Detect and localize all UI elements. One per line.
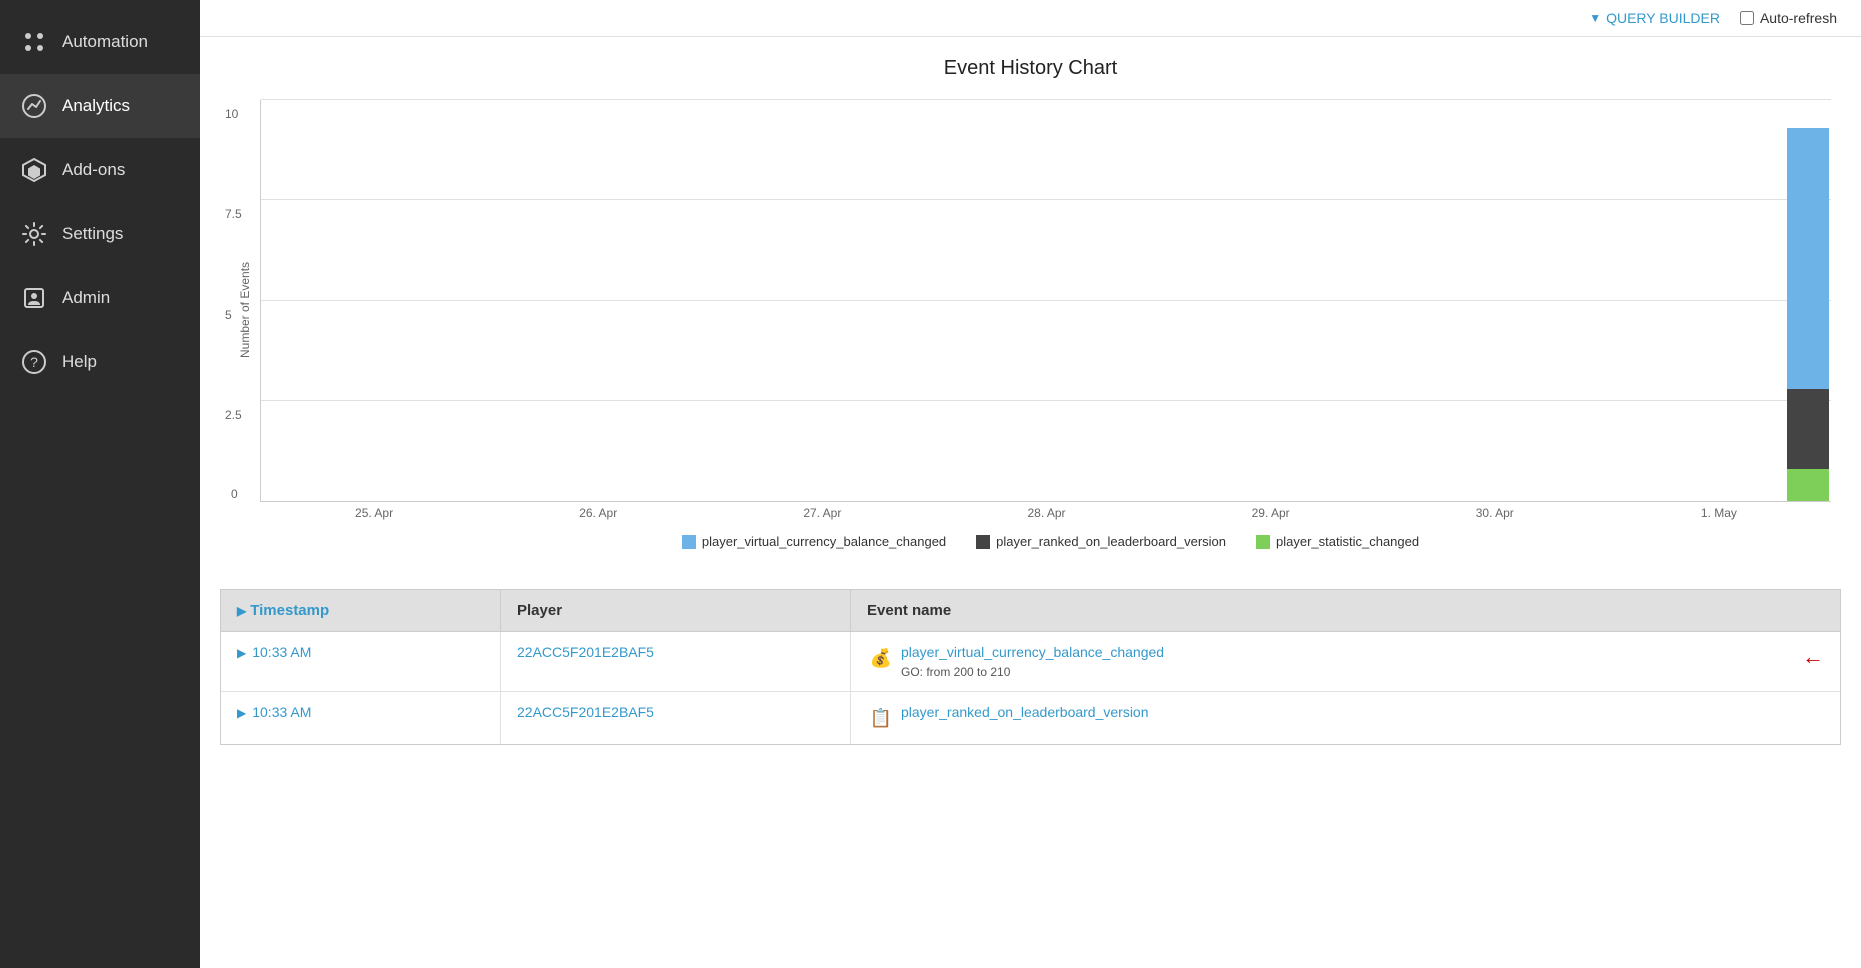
row-expand-arrow-1[interactable]: ▶: [237, 706, 246, 720]
table-header-event: Event name: [851, 590, 1840, 631]
y-axis-label: Number of Events: [230, 100, 260, 520]
table-cell-player-0: 22ACC5F201E2BAF5: [501, 632, 851, 691]
table-header-player: Player: [501, 590, 851, 631]
legend-box-blue: [682, 535, 696, 549]
help-icon: ?: [20, 348, 48, 376]
legend-item-dark: player_ranked_on_leaderboard_version: [976, 534, 1226, 549]
chart-plot: 10 7.5 5 2.5 0: [260, 100, 1831, 502]
y-tick-10: 10: [225, 107, 238, 121]
sidebar-item-addons[interactable]: Add-ons: [0, 138, 200, 202]
event-details-1: player_ranked_on_leaderboard_version: [901, 704, 1824, 720]
legend-label-blue: player_virtual_currency_balance_changed: [702, 534, 946, 549]
x-tick-1: 26. Apr: [486, 506, 710, 520]
legend-box-dark: [976, 535, 990, 549]
sidebar-item-label-settings: Settings: [62, 224, 123, 244]
chart-inner: 10 7.5 5 2.5 0: [260, 100, 1831, 520]
sidebar-item-label-addons: Add-ons: [62, 160, 125, 180]
query-builder-label: QUERY BUILDER: [1606, 10, 1720, 26]
x-tick-4: 29. Apr: [1159, 506, 1383, 520]
analytics-icon: [20, 92, 48, 120]
player-link-0[interactable]: 22ACC5F201E2BAF5: [517, 644, 654, 660]
x-tick-2: 27. Apr: [710, 506, 934, 520]
sidebar-item-analytics[interactable]: Analytics: [0, 74, 200, 138]
event-details-0: player_virtual_currency_balance_changed …: [901, 644, 1786, 679]
grid-line-75: 7.5: [261, 199, 1831, 200]
table-header: ▶ Timestamp Player Event name: [221, 590, 1840, 632]
event-icon-1: 📋: [867, 704, 895, 732]
event-detail-0: GO: from 200 to 210: [901, 665, 1786, 679]
table-cell-timestamp-0: ▶ 10:33 AM: [221, 632, 501, 691]
grid-line-10: 10: [261, 99, 1831, 100]
auto-refresh-label[interactable]: Auto-refresh: [1740, 10, 1837, 26]
sidebar-item-label-automation: Automation: [62, 32, 148, 52]
y-tick-0: 0: [231, 487, 238, 501]
legend-label-dark: player_ranked_on_leaderboard_version: [996, 534, 1226, 549]
bar-green: [1787, 469, 1829, 501]
sidebar: Automation Analytics Add-ons Settings: [0, 0, 200, 968]
table-header-player-label: Player: [517, 602, 562, 619]
chart-legend: player_virtual_currency_balance_changed …: [270, 534, 1831, 549]
grid-line-25: 2.5: [261, 400, 1831, 401]
event-table: ▶ Timestamp Player Event name ▶ 10:33 AM…: [220, 589, 1841, 745]
addons-icon: [20, 156, 48, 184]
legend-item-green: player_statistic_changed: [1256, 534, 1419, 549]
legend-label-green: player_statistic_changed: [1276, 534, 1419, 549]
y-tick-25: 2.5: [225, 408, 242, 422]
sidebar-item-label-help: Help: [62, 352, 97, 372]
bar-dark: [1787, 389, 1829, 469]
query-builder-chevron-icon: ▼: [1589, 11, 1601, 25]
x-tick-6: 1. May: [1607, 506, 1831, 520]
red-arrow-icon: ←: [1802, 644, 1824, 670]
table-header-timestamp[interactable]: ▶ Timestamp: [221, 590, 501, 631]
legend-box-green: [1256, 535, 1270, 549]
table-header-event-label: Event name: [867, 602, 951, 619]
sidebar-item-automation[interactable]: Automation: [0, 10, 200, 74]
timestamp-link-0[interactable]: 10:33 AM: [252, 644, 311, 660]
x-tick-3: 28. Apr: [934, 506, 1158, 520]
timestamp-link-1[interactable]: 10:33 AM: [252, 704, 311, 720]
sidebar-item-label-admin: Admin: [62, 288, 110, 308]
sort-arrow-icon: ▶: [237, 604, 246, 618]
auto-refresh-checkbox[interactable]: [1740, 11, 1754, 25]
x-axis: 25. Apr 26. Apr 27. Apr 28. Apr 29. Apr …: [262, 502, 1831, 520]
table-cell-timestamp-1: ▶ 10:33 AM: [221, 692, 501, 744]
legend-item-blue: player_virtual_currency_balance_changed: [682, 534, 946, 549]
event-icon-0: 💰: [867, 644, 895, 672]
svg-text:?: ?: [30, 354, 38, 370]
bars-group: [1787, 100, 1829, 501]
top-bar: ▼ QUERY BUILDER Auto-refresh: [200, 0, 1861, 37]
query-builder-button[interactable]: ▼ QUERY BUILDER: [1589, 10, 1720, 26]
event-name-link-0[interactable]: player_virtual_currency_balance_changed: [901, 644, 1786, 660]
sidebar-item-label-analytics: Analytics: [62, 96, 130, 116]
x-tick-0: 25. Apr: [262, 506, 486, 520]
table-header-timestamp-label: Timestamp: [250, 602, 329, 619]
y-tick-50: 5: [225, 308, 232, 322]
sidebar-item-help[interactable]: ? Help: [0, 330, 200, 394]
table-cell-event-0: 💰 player_virtual_currency_balance_change…: [851, 632, 1840, 691]
table-cell-event-1: 📋 player_ranked_on_leaderboard_version: [851, 692, 1840, 744]
row-expand-arrow-0[interactable]: ▶: [237, 646, 246, 660]
table-row: ▶ 10:33 AM 22ACC5F201E2BAF5 📋 player_ran…: [221, 692, 1840, 744]
table-cell-player-1: 22ACC5F201E2BAF5: [501, 692, 851, 744]
sidebar-item-settings[interactable]: Settings: [0, 202, 200, 266]
main-content: ▼ QUERY BUILDER Auto-refresh Event Histo…: [200, 0, 1861, 968]
grid-line-50: 5: [261, 300, 1831, 301]
automation-icon: [20, 28, 48, 56]
chart-container: Number of Events 10 7.5 5 2.5: [230, 100, 1831, 520]
chart-section: Event History Chart Number of Events 10 …: [200, 37, 1861, 579]
x-tick-5: 30. Apr: [1383, 506, 1607, 520]
auto-refresh-text: Auto-refresh: [1760, 10, 1837, 26]
settings-icon: [20, 220, 48, 248]
event-name-link-1[interactable]: player_ranked_on_leaderboard_version: [901, 704, 1824, 720]
y-tick-75: 7.5: [225, 207, 242, 221]
bar-blue: [1787, 128, 1829, 389]
admin-icon: [20, 284, 48, 312]
player-link-1[interactable]: 22ACC5F201E2BAF5: [517, 704, 654, 720]
sidebar-item-admin[interactable]: Admin: [0, 266, 200, 330]
table-row: ▶ 10:33 AM 22ACC5F201E2BAF5 💰 player_vir…: [221, 632, 1840, 692]
chart-title: Event History Chart: [230, 57, 1831, 80]
